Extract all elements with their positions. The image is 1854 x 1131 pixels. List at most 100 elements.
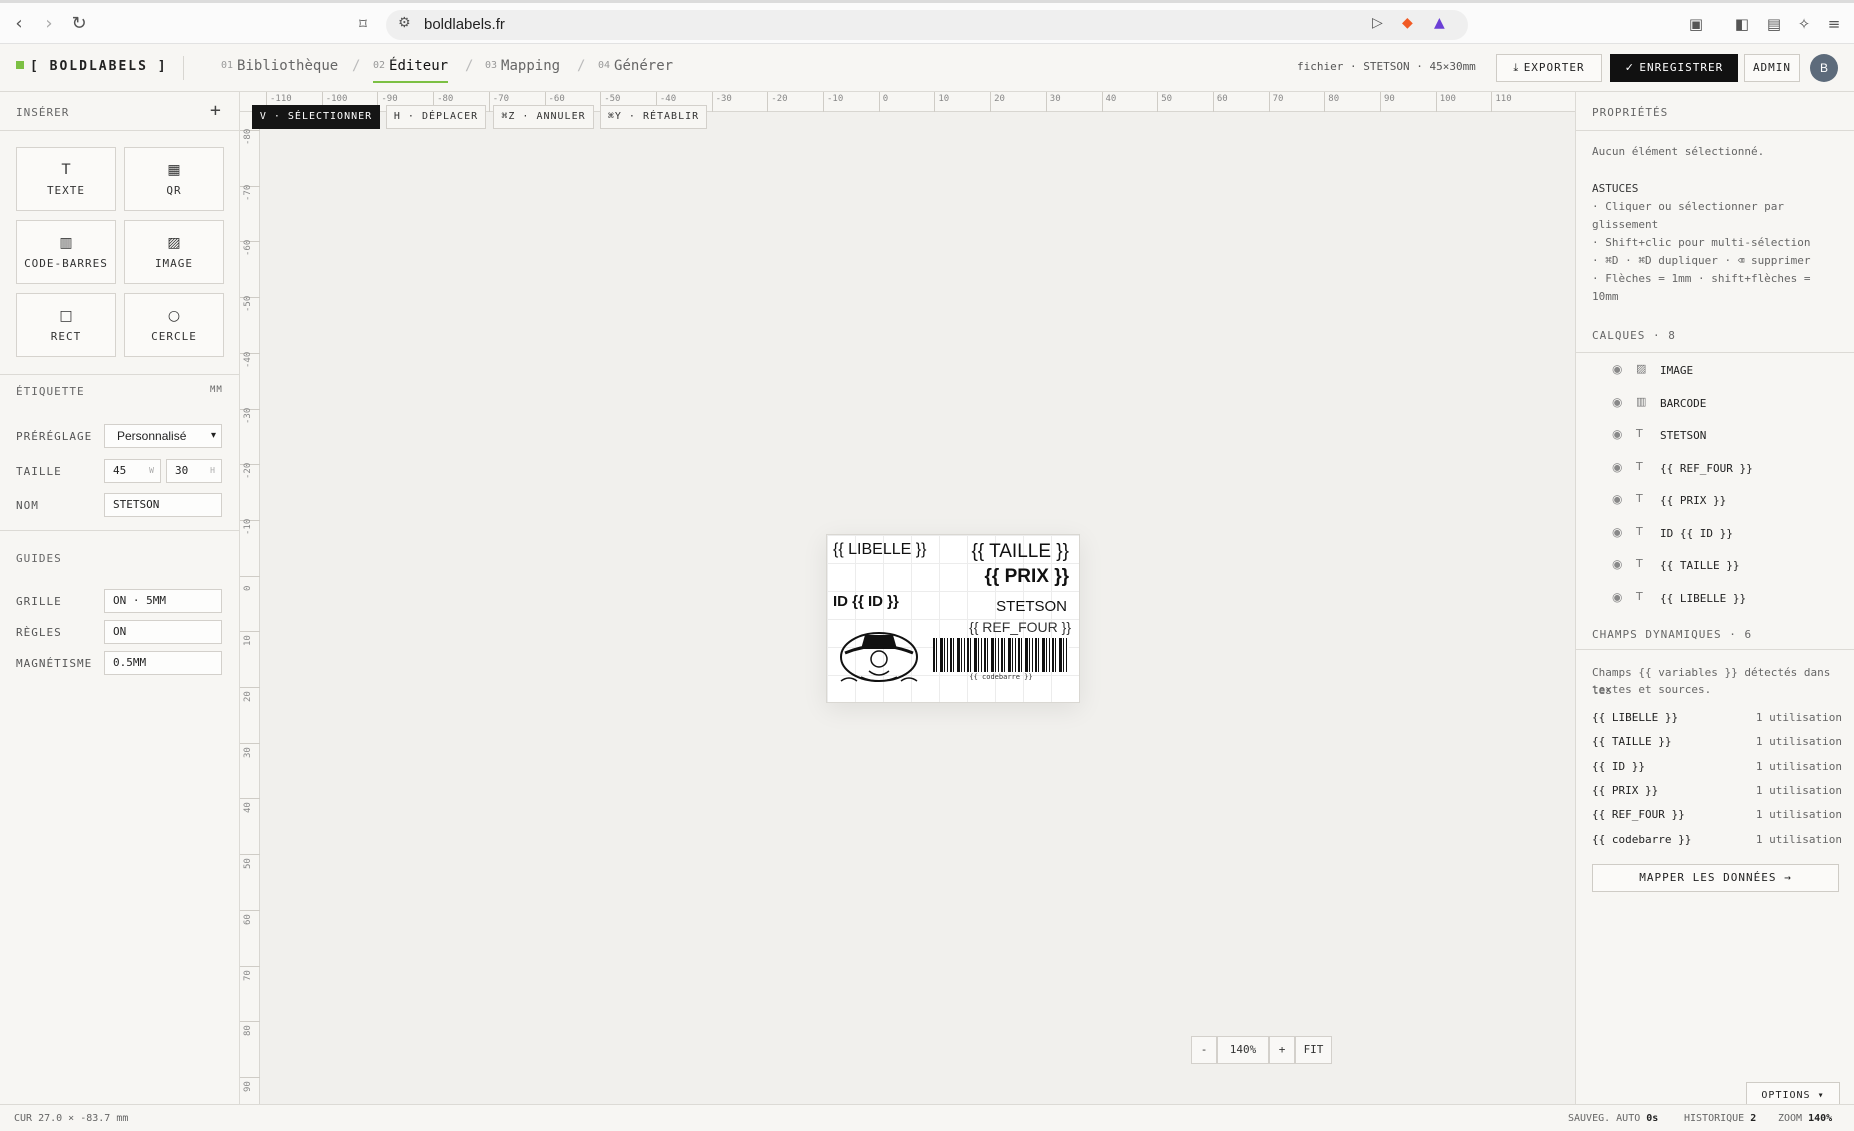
back-icon[interactable]: ‹ — [8, 13, 30, 35]
move-tool-button[interactable]: H · DÉPLACER — [386, 105, 486, 129]
brave-shield-icon[interactable]: ◆ — [1402, 15, 1413, 31]
eye-icon[interactable]: ◉ — [1612, 557, 1622, 571]
name-field[interactable]: STETSON — [104, 493, 222, 517]
avatar[interactable]: B — [1810, 54, 1838, 82]
layer-item[interactable]: ◉ T STETSON — [1612, 425, 1842, 447]
history-status: HISTORIQUE 2 — [1684, 1113, 1756, 1124]
eye-icon[interactable]: ◉ — [1612, 427, 1622, 441]
layer-item[interactable]: ◉ T ID {{ ID }} — [1612, 523, 1842, 545]
barcode-icon: ▥ — [1636, 395, 1647, 408]
tip-line: · Flèches = 1mm · shift+flèches = — [1592, 272, 1811, 285]
ruler-tick-label: 10 — [243, 635, 253, 647]
insert-text-button[interactable]: T TEXTE — [16, 147, 116, 211]
bookmark-icon[interactable]: ⌑ — [352, 13, 374, 35]
step-generer[interactable]: 04 Générer — [598, 58, 673, 74]
cursor-position: CUR 27.0 × -83.7 mm — [14, 1113, 129, 1124]
image-icon: ▨ — [167, 235, 181, 251]
barcode[interactable]: {{ codebarre }} — [933, 638, 1069, 684]
hat-image[interactable] — [839, 625, 923, 687]
site-info-icon[interactable]: ⚙ — [398, 15, 411, 31]
zoom-fit-button[interactable]: FIT — [1295, 1036, 1332, 1064]
canvas-area[interactable]: -110 -100 -90 -80 -70 -60 -50 -40 -30 -20 -10 0 10 20… — [240, 92, 1575, 1104]
zoom-out-button[interactable]: - — [1191, 1036, 1217, 1064]
map-data-button[interactable]: MAPPER LES DONNÉES → — [1592, 864, 1839, 892]
forward-icon[interactable]: › — [38, 13, 60, 35]
step-mapping[interactable]: 03 Mapping — [485, 58, 560, 74]
field-count: 1 utilisation — [1755, 735, 1842, 748]
divider — [1576, 352, 1854, 353]
wallet-icon[interactable]: ▤ — [1764, 15, 1784, 35]
share-icon[interactable]: ▷ — [1372, 15, 1383, 31]
zoom-in-button[interactable]: + — [1269, 1036, 1295, 1064]
layer-item[interactable]: ◉ T {{ LIBELLE }} — [1612, 588, 1842, 610]
layer-item[interactable]: ◉ T {{ TAILLE }} — [1612, 555, 1842, 577]
check-icon: ✓ — [1624, 61, 1640, 74]
ruler-tick-label: -50 — [243, 295, 253, 313]
label-canvas[interactable]: {{ LIBELLE }} {{ TAILLE }} {{ PRIX }} ID… — [826, 534, 1080, 703]
insert-circle-button[interactable]: ○ CERCLE — [124, 293, 224, 357]
admin-button[interactable]: ADMIN — [1744, 54, 1800, 82]
redo-button[interactable]: ⌘Y · RÉTABLIR — [600, 105, 707, 129]
height-unit: H — [210, 466, 215, 475]
step-editeur[interactable]: 02 Éditeur — [373, 58, 449, 83]
width-field[interactable]: 45 W — [104, 459, 161, 483]
add-icon[interactable]: + — [210, 100, 222, 121]
media-icon[interactable]: ▣ — [1686, 15, 1706, 35]
field-row: {{ TAILLE }} 1 utilisation — [1592, 735, 1842, 748]
ruler-tick: -80 — [240, 129, 260, 180]
divider — [1576, 649, 1854, 650]
snap-field[interactable]: 0.5MM — [104, 651, 222, 675]
undo-button[interactable]: ⌘Z · ANNULER — [493, 105, 594, 129]
stetson-text[interactable]: STETSON — [996, 598, 1067, 615]
autosave-value: 0s — [1646, 1113, 1659, 1124]
step-bibliotheque[interactable]: 01 Bibliothèque — [221, 58, 338, 74]
menu-icon[interactable]: ≡ — [1824, 15, 1844, 35]
libelle-text[interactable]: {{ LIBELLE }} — [833, 541, 926, 559]
tool-label: TEXTE — [46, 184, 86, 197]
leo-icon[interactable]: ✧ — [1794, 15, 1814, 35]
save-button[interactable]: ✓ ENREGISTRER — [1610, 54, 1738, 82]
sidebar-icon[interactable]: ◧ — [1732, 15, 1752, 35]
eye-icon[interactable]: ◉ — [1612, 460, 1622, 474]
layer-item[interactable]: ◉ T {{ REF_FOUR }} — [1612, 458, 1842, 480]
qr-icon: ▦ — [167, 162, 181, 178]
ref-four-text[interactable]: {{ REF_FOUR }} — [969, 619, 1071, 635]
rewards-icon[interactable]: ▲ — [1434, 15, 1445, 31]
taille-text[interactable]: {{ TAILLE }} — [971, 541, 1069, 563]
eye-icon[interactable]: ◉ — [1612, 395, 1622, 409]
insert-title: INSÉRER — [16, 106, 70, 119]
address-bar[interactable]: ⚙ boldlabels.fr ▷ ◆ ▲ — [386, 10, 1468, 40]
ruler-tick: -30 — [711, 92, 732, 112]
preset-select[interactable]: Personnalisé ▾ — [104, 424, 222, 448]
prix-text[interactable]: {{ PRIX }} — [985, 566, 1069, 588]
select-tool-button[interactable]: V · SÉLECTIONNER — [252, 105, 380, 129]
eye-icon[interactable]: ◉ — [1612, 590, 1622, 604]
step-label: Générer — [614, 58, 674, 74]
layer-item[interactable]: ◉ ▨ IMAGE — [1612, 360, 1842, 382]
id-text[interactable]: ID {{ ID }} — [833, 593, 899, 610]
ruler-tick: 30 — [240, 742, 260, 793]
insert-barcode-button[interactable]: ▥ CODE-BARRES — [16, 220, 116, 284]
height-field[interactable]: 30 H — [166, 459, 222, 483]
reload-icon[interactable]: ↻ — [68, 13, 90, 35]
insert-rect-button[interactable]: □ RECT — [16, 293, 116, 357]
layer-item[interactable]: ◉ ▥ BARCODE — [1612, 393, 1842, 415]
divider — [1576, 130, 1854, 131]
rulers-field[interactable]: ON — [104, 620, 222, 644]
brand-logo[interactable]: [ BOLDLABELS ] — [16, 59, 168, 74]
barcode-bars — [933, 638, 1069, 672]
ruler-tick-label: 40 — [243, 802, 253, 814]
eye-icon[interactable]: ◉ — [1612, 492, 1622, 506]
eye-icon[interactable]: ◉ — [1612, 525, 1622, 539]
eye-icon[interactable]: ◉ — [1612, 362, 1622, 376]
width-value: 45 — [113, 464, 127, 477]
insert-image-button[interactable]: ▨ IMAGE — [124, 220, 224, 284]
export-button[interactable]: ⤓ EXPORTER — [1496, 54, 1602, 82]
step-number: 01 — [221, 60, 234, 71]
layer-item[interactable]: ◉ T {{ PRIX }} — [1612, 490, 1842, 512]
field-name: {{ LIBELLE }} — [1592, 711, 1679, 724]
grid-field[interactable]: ON · 5MM — [104, 589, 222, 613]
insert-qr-button[interactable]: ▦ QR — [124, 147, 224, 211]
brand-square — [16, 61, 24, 69]
ruler-tick-label: 70 — [243, 969, 253, 981]
